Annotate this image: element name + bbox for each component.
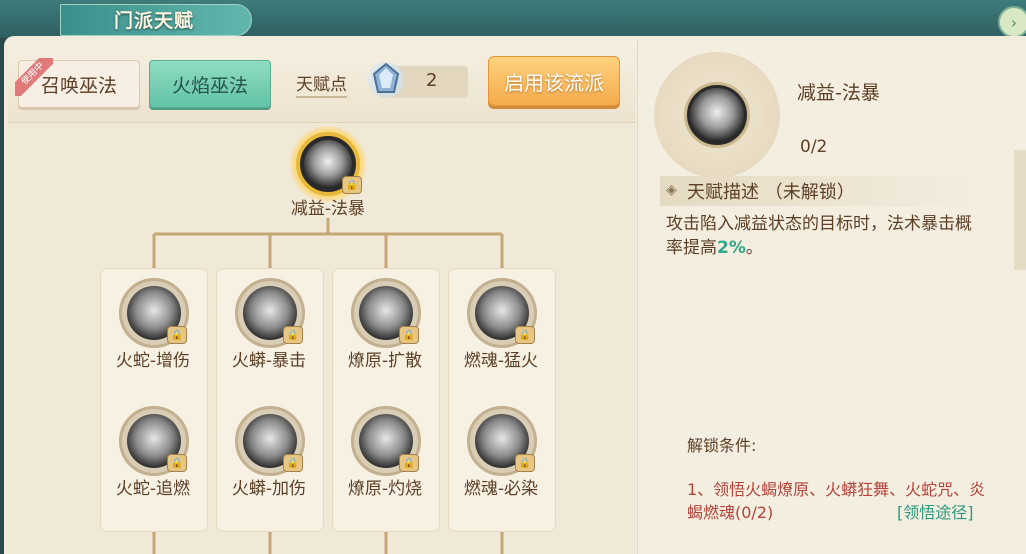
lock-icon: 🔒 [167,454,187,472]
talent-node-label: 燃魂-必染 [463,479,539,499]
talent-node[interactable]: 🔒 [467,278,537,348]
lock-icon: 🔒 [342,176,362,194]
unlock-condition-title: 解锁条件: [687,436,757,455]
diamond-icon: ◈ [666,182,677,198]
talent-node-label: 燎原-扩散 [347,351,423,371]
lock-icon: 🔒 [167,326,187,344]
learn-path-link[interactable]: [领悟途径] [897,499,974,523]
talent-node[interactable]: 🔒 [235,278,305,348]
talent-node-label: 火蛇-追燃 [115,479,191,499]
lock-icon: 🔒 [515,454,535,472]
lock-icon: 🔒 [399,454,419,472]
talent-window: 门派天赋 › 召唤巫法 使用中 火焰巫法 天赋点 2 启用该流派 🔒 减益-法暴… [0,0,1026,554]
talent-node[interactable]: 🔒 [235,406,305,476]
talent-node[interactable]: 🔒 [119,406,189,476]
chevron-icon[interactable]: › [998,6,1026,38]
talent-node-label: 火蟒-加伤 [231,479,307,499]
description-highlight: 2% [717,238,746,258]
talent-node-label: 火蟒-暴击 [231,351,307,371]
talent-node[interactable]: 🔒 [351,406,421,476]
talent-node-label: 燎原-灼烧 [347,479,423,499]
detail-talent-progress: 0/2 [800,137,828,157]
lock-icon: 🔒 [399,326,419,344]
talent-node[interactable]: 🔒 [467,406,537,476]
detail-talent-name: 减益-法暴 [797,82,880,104]
talent-node[interactable]: 🔒 [119,278,189,348]
detail-talent-image [690,88,744,142]
root-node-label: 减益-法暴 [290,199,366,219]
talent-node-label: 燃魂-猛火 [463,351,539,371]
description-title: 天赋描述 （未解锁） [687,182,855,203]
description-text: 攻击陷入减益状态的目标时，法术暴击概率提高2%。 [666,214,972,258]
talent-node-label: 火蛇-增伤 [115,351,191,371]
talent-node[interactable]: 🔒 [351,278,421,348]
edge-decoration [1014,150,1026,270]
lock-icon: 🔒 [283,454,303,472]
lock-icon: 🔒 [515,326,535,344]
lock-icon: 🔒 [283,326,303,344]
